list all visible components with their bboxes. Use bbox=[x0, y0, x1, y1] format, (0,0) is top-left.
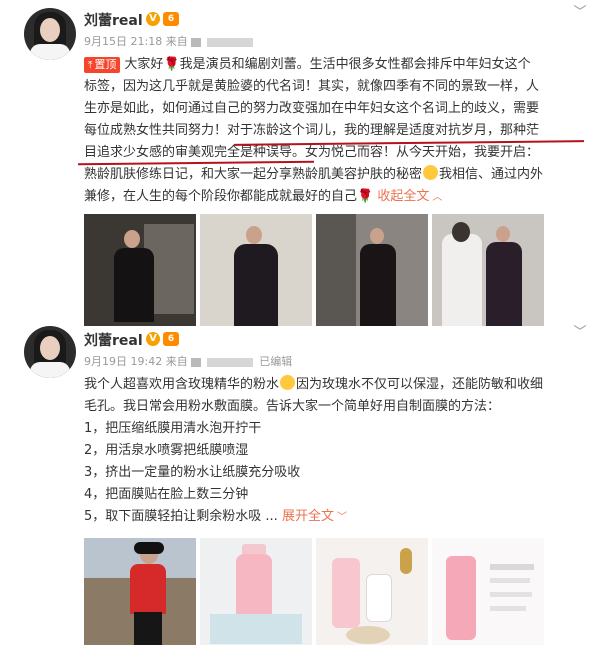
list-item: 1，把压缩纸膜用清水泡开拧干 bbox=[84, 421, 262, 436]
chevron-down-icon: ﹀ bbox=[336, 512, 347, 523]
source-prefix: 来自 bbox=[165, 355, 188, 368]
collapse-text-link[interactable]: 收起全文 ︿ bbox=[377, 189, 442, 204]
blurred-source bbox=[206, 357, 253, 367]
post-time[interactable]: 9月19日 19:42 bbox=[84, 355, 162, 368]
rose-emoji-icon: 🌹 bbox=[163, 57, 180, 72]
weibo-post: 刘蕾real V 6 ﹀ 9月19日 19:42 来自 已编辑 我个人超喜欢用含… bbox=[0, 322, 609, 645]
edited-label[interactable]: 已编辑 bbox=[259, 355, 292, 368]
list-item: 4，把面膜贴在脸上数三分钟 bbox=[84, 487, 249, 502]
post-meta: 9月19日 19:42 来自 已编辑 bbox=[84, 353, 292, 369]
smile-emoji-icon bbox=[280, 375, 296, 390]
username[interactable]: 刘蕾real bbox=[84, 10, 143, 30]
blurred-source bbox=[190, 37, 201, 47]
photo-thumbnail[interactable] bbox=[316, 214, 428, 326]
photo-thumbnail[interactable] bbox=[432, 214, 544, 326]
photo-thumbnail[interactable] bbox=[316, 538, 428, 645]
post-time[interactable]: 9月15日 21:18 bbox=[84, 35, 162, 48]
avatar[interactable] bbox=[24, 326, 76, 378]
username[interactable]: 刘蕾real bbox=[84, 330, 143, 350]
pinned-badge: ⤒ 置顶 bbox=[84, 57, 121, 73]
verified-badge-icon: V bbox=[146, 332, 160, 346]
photo-thumbnail[interactable] bbox=[200, 538, 312, 645]
post-meta: 9月15日 21:18 来自 bbox=[84, 33, 256, 49]
blurred-source bbox=[190, 357, 201, 367]
source-prefix: 来自 bbox=[165, 35, 188, 48]
smile-emoji-icon bbox=[423, 165, 439, 180]
post-text: ⤒ 置顶 大家好🌹我是演员和编剧刘蕾。生活中很多女性都会排斥中年妇女这个 标签，因为… bbox=[84, 57, 544, 204]
weibo-post: 刘蕾real V 6 ﹀ 9月15日 21:18 来自 ⤒ 置顶 大家好🌹我是演员和… bbox=[0, 0, 609, 326]
photo-thumbnail[interactable] bbox=[84, 214, 196, 326]
blurred-source bbox=[206, 37, 253, 47]
chevron-down-icon[interactable]: ﹀ bbox=[573, 6, 587, 20]
rose-emoji-icon: 🌹 bbox=[357, 189, 374, 204]
level-badge-icon: 6 bbox=[163, 12, 179, 26]
pin-icon: ⤒ bbox=[88, 60, 93, 71]
post-text: 我个人超喜欢用含玫瑰精华的粉水 因为玫瑰水不仅可以保湿，还能防敏和收细 毛孔。我日… bbox=[84, 374, 584, 529]
list-item: 2，用活泉水喷雾把纸膜喷湿 bbox=[84, 443, 249, 458]
list-item: 3，挤出一定量的粉水让纸膜充分吸收 bbox=[84, 465, 301, 480]
chevron-down-icon[interactable]: ﹀ bbox=[573, 326, 587, 340]
level-badge-icon: 6 bbox=[163, 332, 179, 346]
chevron-up-icon: ︿ bbox=[432, 192, 443, 203]
verified-badge-icon: V bbox=[146, 12, 160, 26]
photo-thumbnail[interactable] bbox=[432, 538, 544, 645]
list-item: 5，取下面膜轻拍让剩余粉水吸 ... 展开全文 ﹀ bbox=[84, 509, 347, 524]
photo-thumbnail[interactable] bbox=[84, 538, 196, 645]
avatar[interactable] bbox=[24, 8, 76, 60]
photo-thumbnail[interactable] bbox=[200, 214, 312, 326]
expand-text-link[interactable]: 展开全文 ﹀ bbox=[282, 509, 347, 524]
